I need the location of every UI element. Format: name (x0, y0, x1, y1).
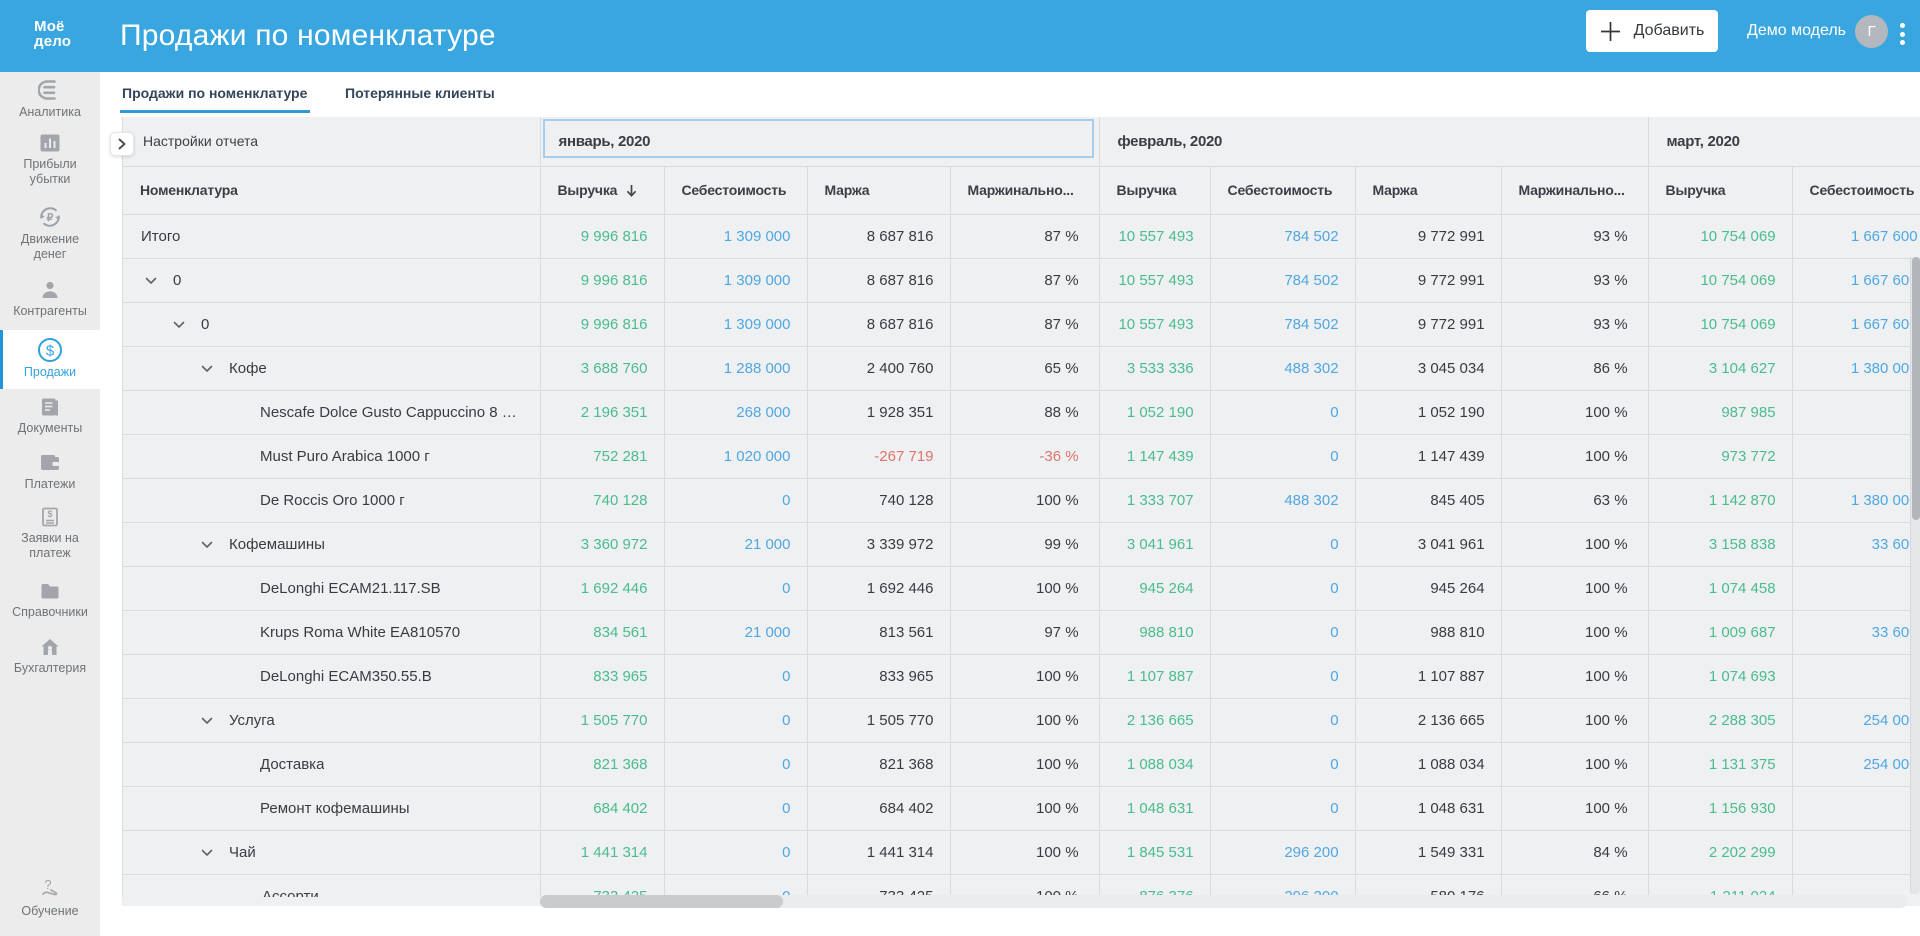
svg-text:$: $ (46, 343, 55, 360)
svg-text:₽: ₽ (47, 212, 54, 224)
svg-text:$: $ (47, 509, 52, 519)
